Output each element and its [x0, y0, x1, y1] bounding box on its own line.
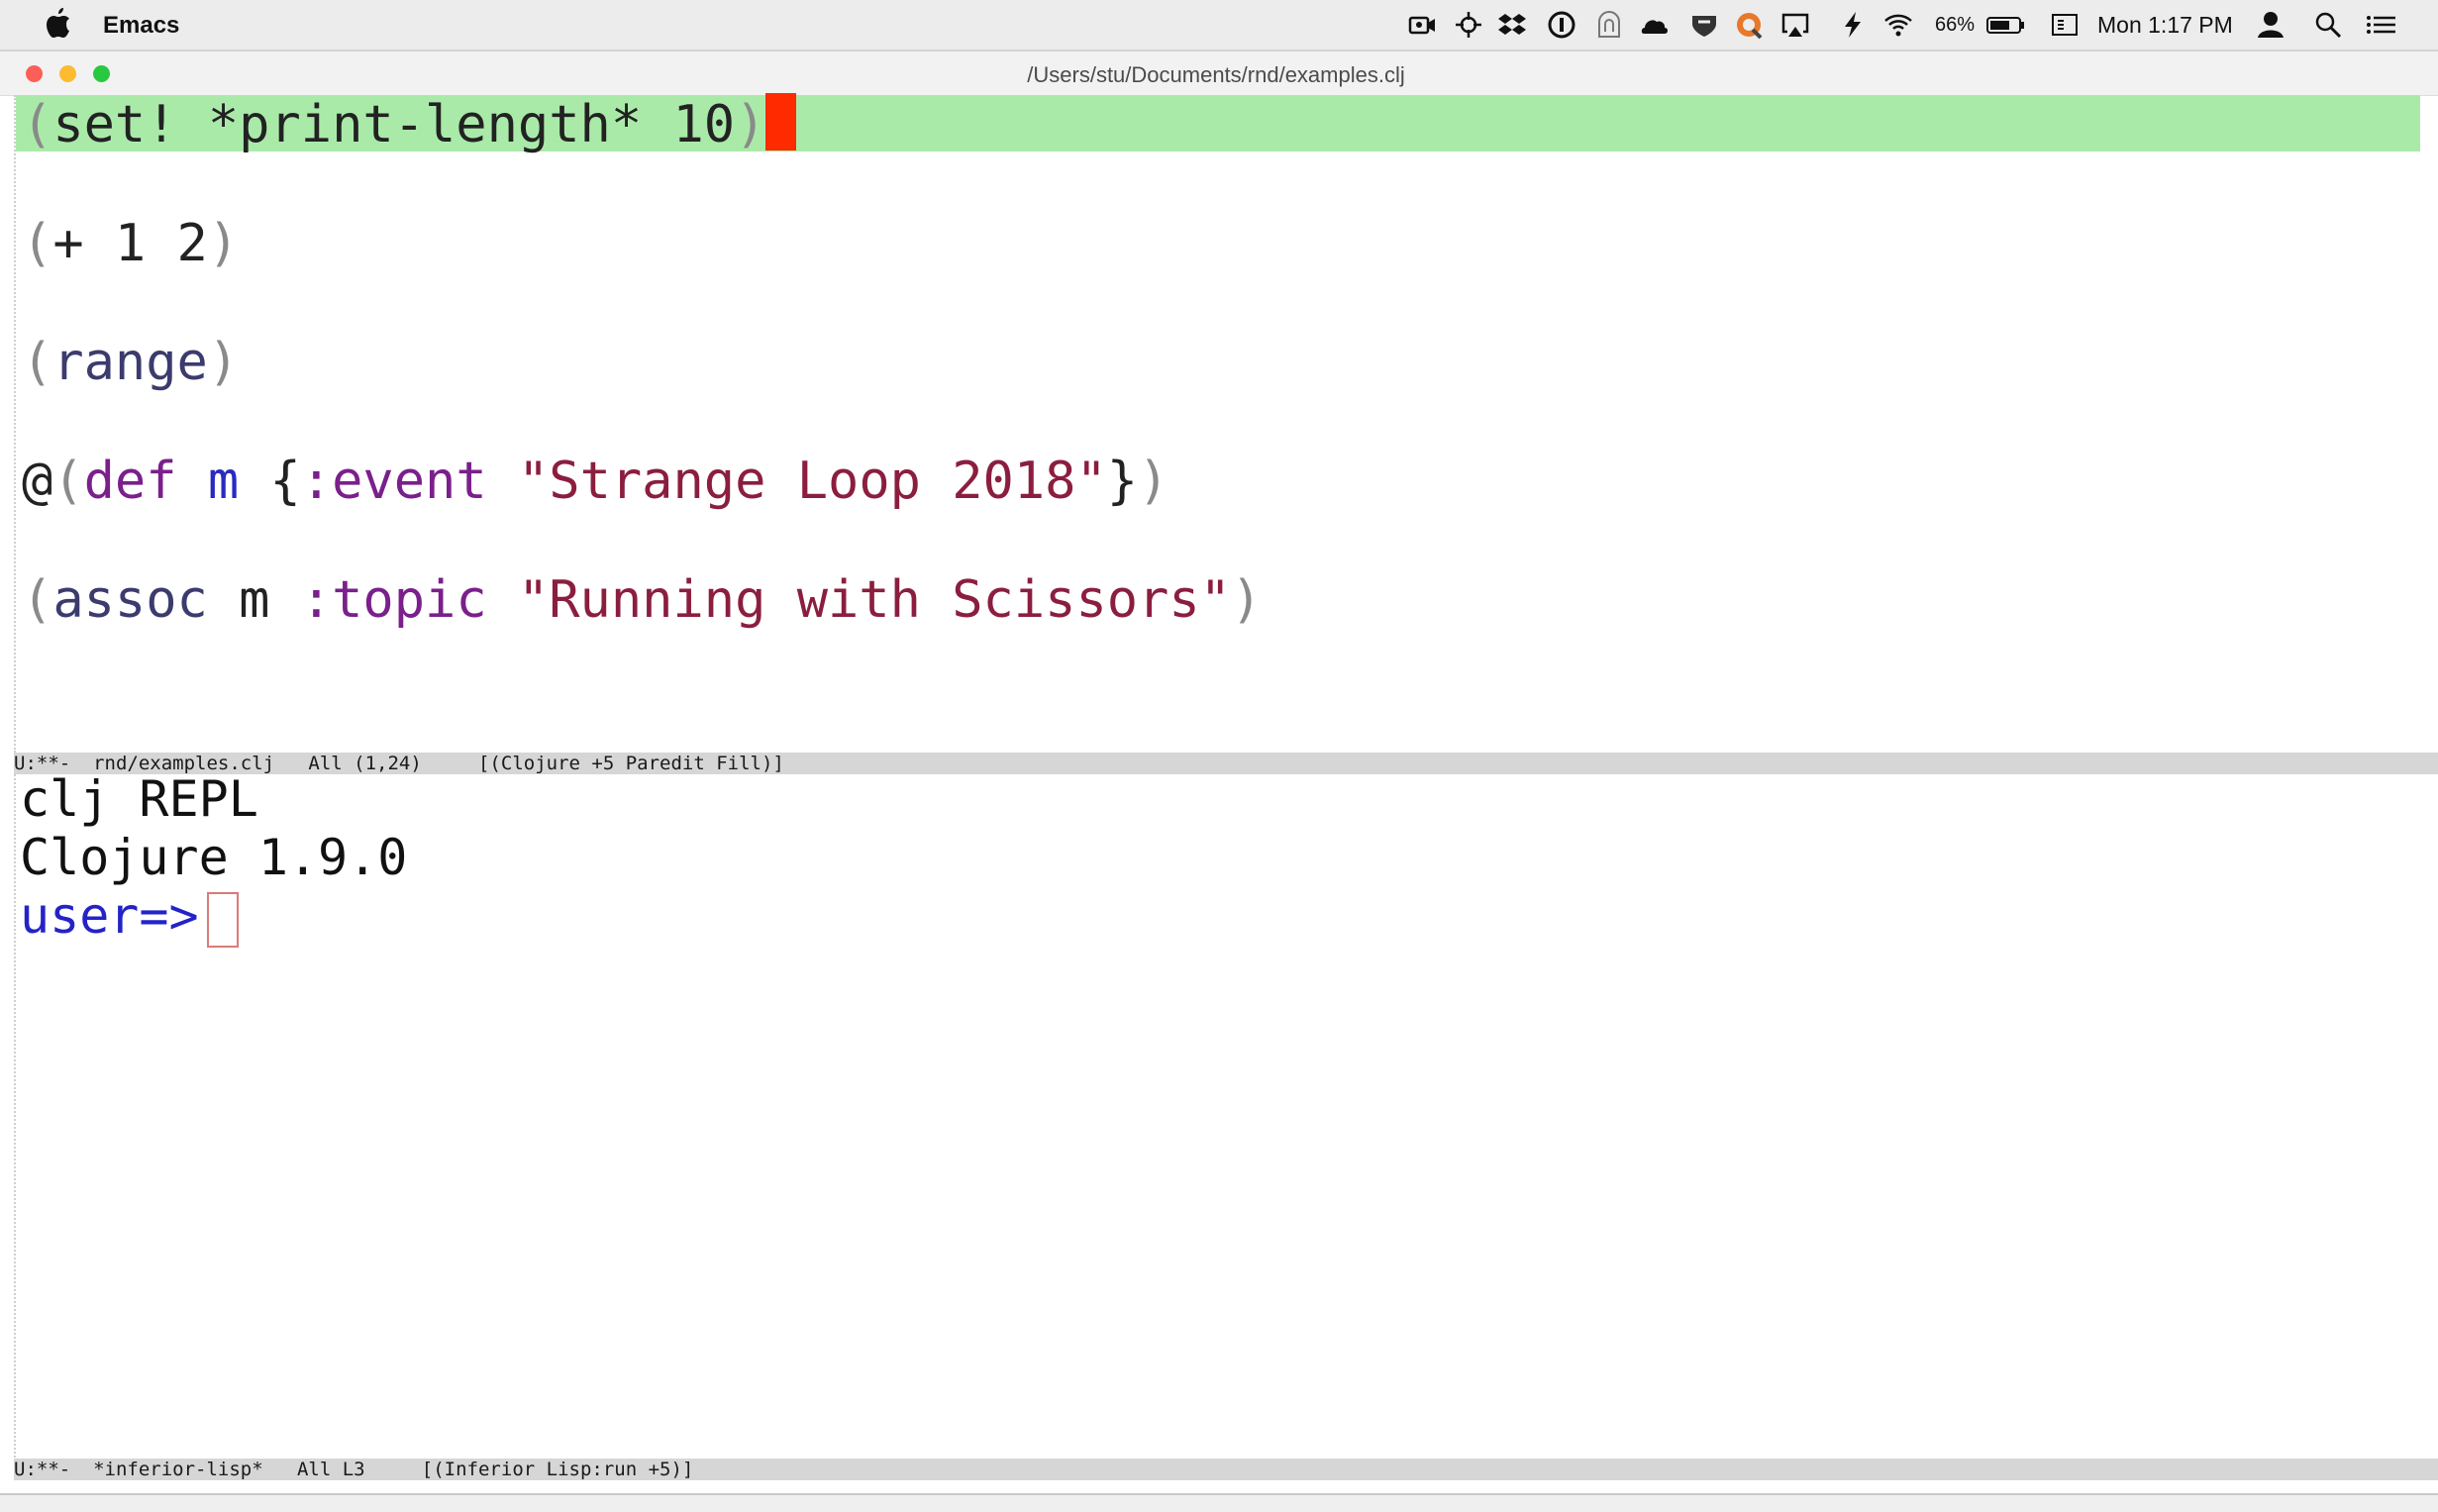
facetime-icon[interactable]: [1408, 10, 1438, 40]
onepassword-icon[interactable]: [1547, 10, 1576, 40]
wifi-icon[interactable]: [1883, 10, 1913, 40]
repl-prompt: user=>: [20, 887, 199, 945]
repl-mode-line[interactable]: U:**- *inferior-lisp* All L3 [(Inferior …: [14, 1459, 2438, 1480]
rss-icon[interactable]: [1735, 10, 1765, 40]
code-line-3[interactable]: (range): [22, 333, 239, 392]
repl-version: Clojure 1.9.0: [20, 829, 408, 886]
repl-banner: clj REPL: [20, 770, 258, 828]
window-title: /Users/stu/Documents/rnd/examples.clj: [1027, 62, 1405, 87]
code-line-4[interactable]: @(def m {:event "Strange Loop 2018"}): [22, 452, 1168, 511]
window-title-bar[interactable]: /Users/stu/Documents/rnd/examples.clj: [0, 51, 2438, 96]
code-line-2[interactable]: (+ 1 2): [22, 214, 239, 273]
airplay-icon[interactable]: [1780, 10, 1810, 40]
app-menu-name[interactable]: Emacs: [103, 12, 179, 40]
repl-buffer[interactable]: clj REPL Clojure 1.9.0 user=>: [14, 770, 2422, 1458]
bolt-icon[interactable]: [1838, 10, 1868, 40]
list-icon[interactable]: [2365, 10, 2398, 40]
shield-icon[interactable]: [1689, 10, 1719, 40]
cloud-icon[interactable]: [1640, 10, 1670, 40]
editor-mode-line[interactable]: U:**- rnd/examples.clj All (1,24) [(Cloj…: [14, 753, 2438, 774]
minibuffer[interactable]: [0, 1493, 2438, 1512]
battery-percent: 66%: [1935, 14, 1976, 36]
editor-buffer[interactable]: (set! *print-length* 10) (+ 1 2) (range)…: [14, 93, 2422, 753]
code-line-1[interactable]: (set! *print-length* 10): [22, 93, 797, 154]
apple-icon[interactable]: [46, 8, 71, 38]
dropbox-icon[interactable]: [1497, 10, 1527, 40]
crosshair-icon[interactable]: [1454, 10, 1483, 40]
repl-cursor[interactable]: [206, 891, 239, 948]
lock-app-icon[interactable]: [1594, 10, 1624, 40]
display-icon[interactable]: [2050, 10, 2080, 40]
repl-prompt-line[interactable]: user=>: [20, 887, 239, 948]
battery-icon[interactable]: [1986, 10, 2026, 40]
user-icon[interactable]: [2256, 10, 2286, 40]
menu-bar: Emacs 66% Mon 1:17 PM: [0, 0, 2438, 51]
text-cursor: [765, 93, 797, 151]
code-line-5[interactable]: (assoc m :topic "Running with Scissors"): [22, 570, 1262, 630]
search-icon[interactable]: [2313, 10, 2343, 40]
menu-clock[interactable]: Mon 1:17 PM: [2097, 12, 2233, 39]
